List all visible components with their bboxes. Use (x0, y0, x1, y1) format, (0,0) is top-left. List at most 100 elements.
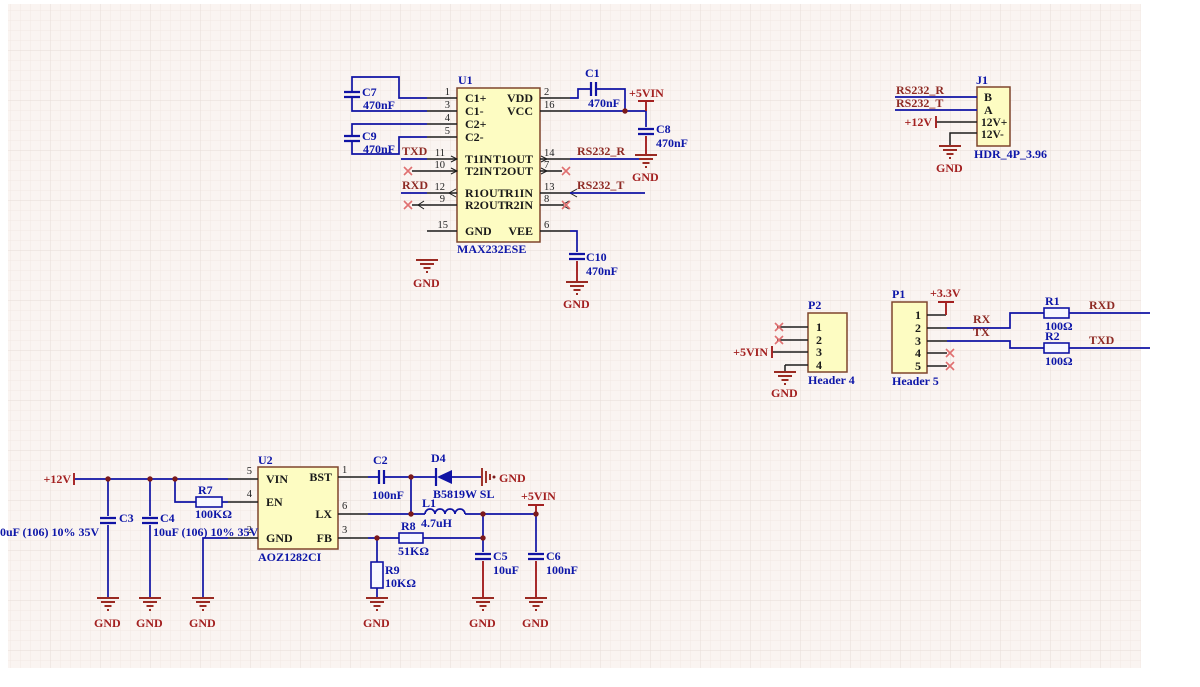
junction-dot (480, 535, 485, 540)
power-port-5vin[interactable]: +5VIN (629, 86, 664, 100)
u1-pin-number: 11 (435, 148, 445, 159)
u1-pin-number: 7 (544, 160, 549, 171)
j1-pin-name: 12V- (981, 129, 1004, 141)
c3-designator: C3 (119, 511, 134, 525)
net-label-txd[interactable]: TXD (402, 144, 428, 158)
schematic-editor-canvas: U1 MAX232ESE C1+ C1- C2+ C2- T1IN T2IN R… (0, 0, 1200, 687)
p1-designator: P1 (892, 287, 905, 301)
c10-designator: C10 (586, 250, 607, 264)
j1-designator: J1 (976, 73, 988, 87)
u2-pin-name: LX (315, 507, 332, 521)
u1-designator: U1 (458, 73, 473, 87)
u1-pin-name: R2IN (505, 198, 533, 212)
u1-pin-name: C1+ (465, 91, 487, 105)
u1-pin-name: T2OUT (493, 164, 533, 178)
power-port-12v-u2[interactable]: +12V (43, 472, 71, 486)
junction-dot (147, 476, 152, 481)
net-label-rxd-r1[interactable]: RXD (1089, 298, 1115, 312)
net-label-rs232-r-j1[interactable]: RS232_R (896, 83, 944, 97)
u2-pin-number: 4 (247, 489, 253, 500)
u2-pin-name: EN (266, 495, 283, 509)
u1-pin-number: 3 (445, 100, 450, 111)
r2-designator: R2 (1045, 329, 1060, 343)
c8-value: 470nF (656, 136, 688, 150)
p2-pin-number: 1 (816, 320, 822, 334)
r8-value: 51KΩ (398, 544, 429, 558)
gnd-label: GND (413, 276, 440, 290)
net-label-rs232-r[interactable]: RS232_R (577, 144, 625, 158)
j1-part-number: HDR_4P_3.96 (974, 147, 1047, 161)
c4-designator: C4 (160, 511, 175, 525)
u1-pin-name: C2- (465, 130, 484, 144)
u2-designator: U2 (258, 453, 273, 467)
r9-designator: R9 (385, 563, 400, 577)
c9-value: 470nF (363, 142, 395, 156)
u1-pin-name: VDD (507, 91, 533, 105)
r2-value: 100Ω (1045, 354, 1073, 368)
p1-part-number: Header 5 (892, 374, 939, 388)
p2-part-number: Header 4 (808, 373, 855, 387)
gnd-label: GND (632, 170, 659, 184)
power-port-3v3[interactable]: +3.3V (930, 286, 961, 300)
net-label-rs232-t-j1[interactable]: RS232_T (896, 96, 943, 110)
schematic-sheet: U1 MAX232ESE C1+ C1- C2+ C2- T1IN T2IN R… (0, 0, 1200, 687)
junction-dot (408, 511, 413, 516)
junction-dot (480, 511, 485, 516)
j1-pin-name: 12V+ (981, 117, 1007, 129)
net-label-rxd[interactable]: RXD (402, 178, 428, 192)
r7-value: 100KΩ (195, 507, 232, 521)
r2-body (1044, 343, 1069, 353)
u2-pin-name: VIN (266, 472, 288, 486)
u2-pin-name: FB (317, 531, 332, 545)
u1-pin-number: 4 (445, 113, 451, 124)
c1-value: 470nF (588, 96, 620, 110)
net-label-txd-r2[interactable]: TXD (1089, 333, 1115, 347)
r8-designator: R8 (401, 519, 416, 533)
u2-pin-number: 3 (342, 525, 347, 536)
junction-dot (172, 476, 177, 481)
c1-designator: C1 (585, 66, 600, 80)
c7-value: 470nF (363, 98, 395, 112)
p2-pin-number: 3 (816, 345, 822, 359)
junction-dot (622, 108, 627, 113)
j1-pin-name: A (984, 103, 993, 117)
l1-designator: L1 (422, 496, 436, 510)
u2-pin-number: 5 (247, 466, 252, 477)
u1-pin-number: 2 (544, 87, 549, 98)
u1-pin-number: 13 (544, 182, 555, 193)
r8-body (399, 533, 423, 543)
p2-pin-number: 4 (816, 358, 822, 372)
c4-value: 10uF (106) 10% 35V (153, 525, 259, 539)
u1-pin-number: 8 (544, 194, 549, 205)
net-label-tx[interactable]: TX (973, 325, 990, 339)
c8-designator: C8 (656, 122, 671, 136)
c10-value: 470nF (586, 264, 618, 278)
gnd-label: GND (94, 616, 121, 630)
c2-value: 100nF (372, 488, 404, 502)
power-port-5vin-p2[interactable]: +5VIN (733, 345, 768, 359)
u1-pin-number: 16 (544, 100, 555, 111)
u1-pin-number: 6 (544, 220, 549, 231)
u2-pin-number: 6 (342, 501, 347, 512)
c6-designator: C6 (546, 549, 561, 563)
power-port-12v-j1[interactable]: +12V (904, 115, 932, 129)
l1-value: 4.7uH (421, 516, 453, 530)
net-label-rx[interactable]: RX (973, 312, 991, 326)
c7-designator: C7 (362, 85, 377, 99)
gnd-label: GND (136, 616, 163, 630)
gnd-label: GND (189, 616, 216, 630)
u1-part-number: MAX232ESE (457, 242, 526, 256)
power-port-5vin-u2[interactable]: +5VIN (521, 489, 556, 503)
gnd-dot (493, 476, 496, 479)
d4-designator: D4 (431, 451, 446, 465)
gnd-label: GND (522, 616, 549, 630)
u1-pin-name: C1- (465, 104, 484, 118)
junction-dot (408, 474, 413, 479)
net-label-rs232-t[interactable]: RS232_T (577, 178, 624, 192)
gnd-label: GND (499, 471, 526, 485)
r1-designator: R1 (1045, 294, 1060, 308)
u1-pin-name: T2IN (465, 164, 493, 178)
u1-pin-number: 15 (438, 220, 449, 231)
u1-pin-number: 9 (440, 194, 445, 205)
junction-dot (374, 535, 379, 540)
